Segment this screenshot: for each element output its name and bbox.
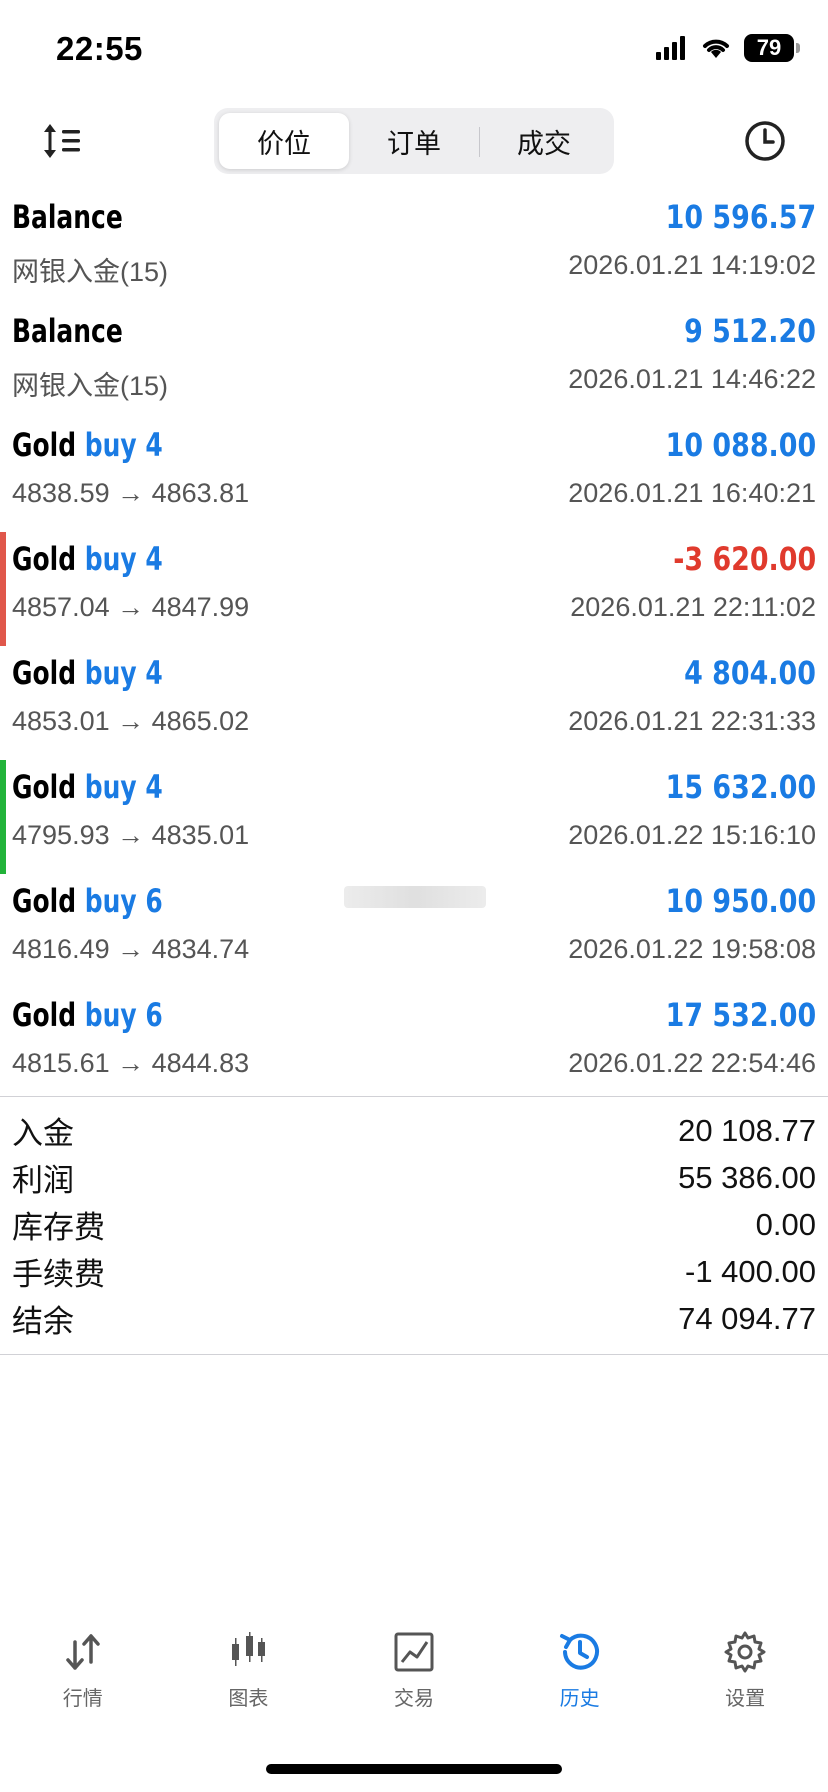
summary-row-balance: 结余 74 094.77: [0, 1295, 828, 1342]
segment-price[interactable]: 价位: [219, 113, 349, 169]
status-icons: 79: [656, 34, 800, 62]
deal-amount: 17 532.00: [665, 996, 816, 1034]
history-icon: [559, 1633, 599, 1670]
tab-chart[interactable]: 图表: [166, 1628, 332, 1728]
summary-panel: 入金 20 108.77 利润 55 386.00 库存费 0.00 手续费 -…: [0, 1096, 828, 1355]
quotes-icon: [66, 1634, 100, 1670]
deal-indicator: [0, 874, 6, 988]
deal-prices: 4853.01 → 4865.02: [12, 706, 250, 736]
deal-time: 2026.01.21 22:31:33: [568, 706, 816, 736]
sort-icon: [44, 124, 80, 158]
deal-title: Balance: [12, 312, 123, 350]
summary-value: 55 386.00: [678, 1159, 816, 1195]
summary-label: 库存费: [12, 1210, 105, 1245]
gear-icon: [724, 1631, 766, 1673]
home-indicator: [266, 1764, 562, 1774]
status-bar: 22:55 79: [0, 0, 828, 100]
tab-settings[interactable]: 设置: [662, 1628, 828, 1728]
summary-value: 20 108.77: [678, 1112, 816, 1148]
deal-indicator: [0, 304, 6, 418]
deal-row[interactable]: Gold buy 4 4 804.00 4853.01 → 4865.02 20…: [0, 646, 828, 760]
wifi-icon: [703, 39, 729, 58]
blurred-watermark: [344, 886, 486, 908]
segment-control: 价位 订单 成交: [214, 108, 614, 174]
deal-comment: 网银入金(15): [12, 257, 169, 287]
top-toolbar: 价位 订单 成交: [0, 106, 828, 176]
bottom-tab-bar: 行情 图表 交易 历史 设置: [0, 1628, 828, 1728]
summary-row-commission: 手续费 -1 400.00: [0, 1248, 828, 1295]
summary-label: 入金: [12, 1116, 74, 1151]
deal-row[interactable]: Balance 9 512.20 网银入金(15) 2026.01.21 14:…: [0, 304, 828, 418]
deal-list: Balance 10 596.57 网银入金(15) 2026.01.21 14…: [0, 190, 828, 1102]
deal-title: Gold buy 4: [12, 768, 163, 806]
deal-row[interactable]: Gold buy 4 -3 620.00 4857.04 → 4847.99 2…: [0, 532, 828, 646]
tab-label: 行情: [62, 1688, 103, 1710]
deal-prices: 4816.49 → 4834.74: [12, 934, 250, 964]
deal-indicator: [0, 190, 6, 304]
deal-title: Gold buy 6: [12, 996, 163, 1034]
cellular-signal-icon: [656, 36, 685, 60]
tab-trade[interactable]: 交易: [331, 1628, 497, 1728]
deal-prices: 4857.04 → 4847.99: [12, 592, 250, 622]
deal-amount: -3 620.00: [673, 540, 816, 578]
tab-label: 交易: [393, 1688, 434, 1710]
deal-indicator: [0, 646, 6, 760]
deal-time: 2026.01.21 14:46:22: [568, 364, 816, 394]
deal-title: Gold buy 6: [12, 882, 163, 920]
summary-label: 利润: [12, 1163, 74, 1198]
deal-title: Gold buy 4: [12, 426, 163, 464]
deal-row[interactable]: Gold buy 6 17 532.00 4815.61 → 4844.83 2…: [0, 988, 828, 1102]
deal-prices: 4815.61 → 4844.83: [12, 1048, 250, 1078]
deal-amount: 9 512.20: [684, 312, 816, 350]
deal-row[interactable]: Gold buy 4 15 632.00 4795.93 → 4835.01 2…: [0, 760, 828, 874]
sort-button[interactable]: [40, 118, 86, 164]
deal-indicator: [0, 760, 6, 874]
history-period-button[interactable]: [742, 118, 788, 164]
tab-label: 设置: [725, 1688, 766, 1710]
deal-row[interactable]: Balance 10 596.57 网银入金(15) 2026.01.21 14…: [0, 190, 828, 304]
deal-amount: 4 804.00: [684, 654, 816, 692]
deal-time: 2026.01.22 19:58:08: [568, 934, 816, 964]
deal-time: 2026.01.21 16:40:21: [568, 478, 816, 508]
deal-title: Balance: [12, 198, 123, 236]
segment-deals[interactable]: 成交: [479, 113, 609, 169]
deal-indicator: [0, 988, 6, 1102]
deal-prices: 4838.59 → 4863.81: [12, 478, 250, 508]
clock-icon: [745, 121, 785, 161]
chart-icon: [232, 1632, 266, 1666]
deal-title: Gold buy 4: [12, 540, 163, 578]
deal-time: 2026.01.21 14:19:02: [568, 250, 816, 280]
deal-indicator: [0, 418, 6, 532]
summary-row-deposit: 入金 20 108.77: [0, 1107, 828, 1154]
summary-label: 手续费: [12, 1257, 105, 1292]
deal-comment: 网银入金(15): [12, 371, 169, 401]
summary-row-swap: 库存费 0.00: [0, 1201, 828, 1248]
tab-label: 历史: [559, 1688, 600, 1710]
battery-level: 79: [756, 35, 782, 60]
deal-prices: 4795.93 → 4835.01: [12, 820, 250, 850]
summary-value: 74 094.77: [678, 1300, 816, 1336]
summary-value: 0.00: [755, 1206, 816, 1242]
summary-label: 结余: [12, 1304, 74, 1339]
deal-time: 2026.01.22 22:54:46: [568, 1048, 816, 1078]
summary-row-profit: 利润 55 386.00: [0, 1154, 828, 1201]
deal-row[interactable]: Gold buy 4 10 088.00 4838.59 → 4863.81 2…: [0, 418, 828, 532]
deal-title: Gold buy 4: [12, 654, 163, 692]
segment-orders[interactable]: 订单: [349, 113, 479, 169]
tab-quotes[interactable]: 行情: [0, 1628, 166, 1728]
trade-icon: [394, 1632, 434, 1672]
battery-icon: 79: [744, 34, 800, 62]
deal-time: 2026.01.21 22:11:02: [570, 592, 816, 622]
tab-label: 图表: [228, 1688, 269, 1710]
tab-history[interactable]: 历史: [497, 1628, 663, 1728]
deal-amount: 15 632.00: [665, 768, 816, 806]
deal-amount: 10 950.00: [665, 882, 816, 920]
deal-time: 2026.01.22 15:16:10: [568, 820, 816, 850]
summary-value: -1 400.00: [685, 1253, 816, 1289]
deal-amount: 10 596.57: [665, 198, 816, 236]
status-time: 22:55: [56, 30, 143, 67]
deal-indicator: [0, 532, 6, 646]
deal-amount: 10 088.00: [665, 426, 816, 464]
